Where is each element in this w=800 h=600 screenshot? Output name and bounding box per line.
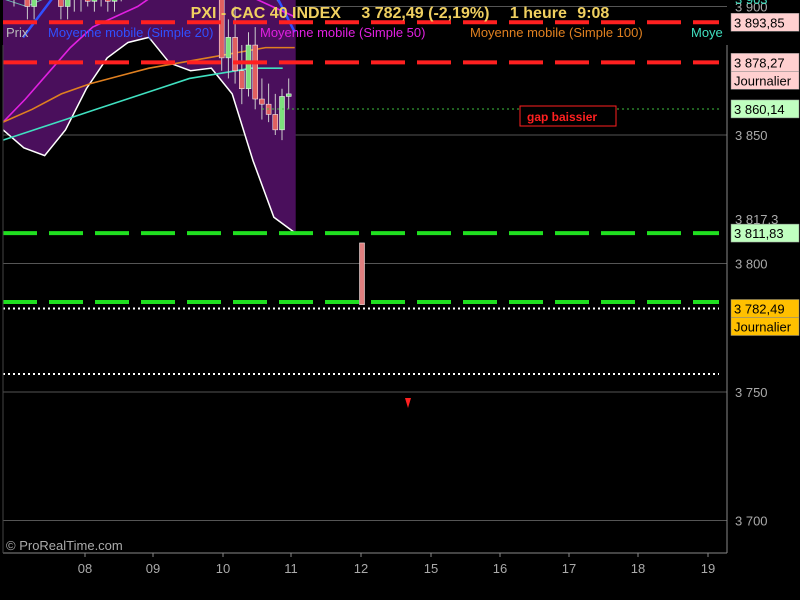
y-tick-label-3750: 3 750 (735, 385, 768, 400)
x-tick-label-17: 17 (562, 561, 576, 576)
title-instrument: PXI - CAC 40 INDEX (191, 5, 342, 22)
down-arrow-marker (405, 398, 411, 408)
candle-body-36 (252, 44, 258, 100)
x-tick-label-16: 16 (493, 561, 507, 576)
candle-body-37 (259, 98, 265, 105)
title-time: 9:08 (577, 5, 609, 22)
candle-body-32 (225, 37, 232, 59)
chart-title: PXI - CAC 40 INDEX 3 782,49 (-2,19%) 1 h… (191, 5, 610, 22)
x-tick-label-19: 19 (701, 561, 715, 576)
price-label-4: 3 811,83 (734, 226, 784, 241)
price-sublabel-2: Journalier (734, 73, 792, 88)
title-timeframe: 1 heure (510, 5, 567, 22)
gap-candle (359, 242, 365, 305)
candle-body-34 (239, 70, 245, 89)
y-tick-label-3700: 3 700 (735, 514, 768, 529)
x-tick-label-11: 11 (284, 561, 298, 576)
candle-body-7 (58, 0, 64, 7)
copyright: © ProRealTime.com (6, 538, 123, 553)
price-label-6: 3 782,49 (734, 302, 785, 317)
legend-item-price: Prix (6, 25, 29, 40)
partial-price-label-1: 3 903 (735, 0, 768, 7)
gap-annotation: gap baissier (527, 110, 597, 124)
legend: Prix Moyenne mobile (Simple 20) Moyenne … (6, 25, 723, 40)
price-label-3: 3 860,14 (734, 102, 785, 117)
legend-item-sma20: Moyenne mobile (Simple 20) (48, 25, 213, 40)
candle-body-35 (245, 44, 252, 89)
x-tick-label-09: 09 (146, 561, 160, 576)
candle-body-3 (31, 0, 37, 7)
candle-body-15 (111, 0, 118, 2)
candle-body-40 (279, 96, 285, 131)
x-tick-label-10: 10 (216, 561, 230, 576)
candle-body-12 (91, 0, 98, 2)
price-labels: 3 907,73 9033 817,33 961,703 893,853 878… (730, 0, 800, 336)
price-label-2: 3 878,27 (734, 55, 785, 70)
candle-body-2 (24, 0, 31, 7)
x-tick-label-18: 18 (631, 561, 645, 576)
candle-body-33 (232, 37, 238, 71)
x-tick-label-15: 15 (424, 561, 438, 576)
price-label-1: 3 893,85 (734, 15, 785, 30)
legend-item-sma50: Moyenne mobile (Simple 50) (260, 25, 425, 40)
candle-body-11 (84, 0, 91, 2)
x-tick-label-08: 08 (78, 561, 92, 576)
y-tick-label-3800: 3 800 (735, 257, 768, 272)
candle-body-14 (105, 0, 111, 2)
candle-body-41 (285, 93, 292, 97)
axes: 3 7003 7503 8003 8503 9003 9500809101112… (2, 0, 768, 576)
candle-body-8 (64, 0, 71, 7)
title-price: 3 782,49 (-2,19%) (361, 5, 489, 22)
price-sublabel-6: Journalier (734, 320, 792, 335)
chart-canvas: 3 7003 7503 8003 8503 9003 9500809101112… (2, 0, 800, 576)
x-tick-label-12: 12 (354, 561, 368, 576)
legend-item-ma4: Moye (691, 25, 723, 40)
legend-item-sma100: Moyenne mobile (Simple 100) (470, 25, 643, 40)
candle-body-39 (272, 114, 279, 131)
y-tick-label-3850: 3 850 (735, 128, 768, 143)
